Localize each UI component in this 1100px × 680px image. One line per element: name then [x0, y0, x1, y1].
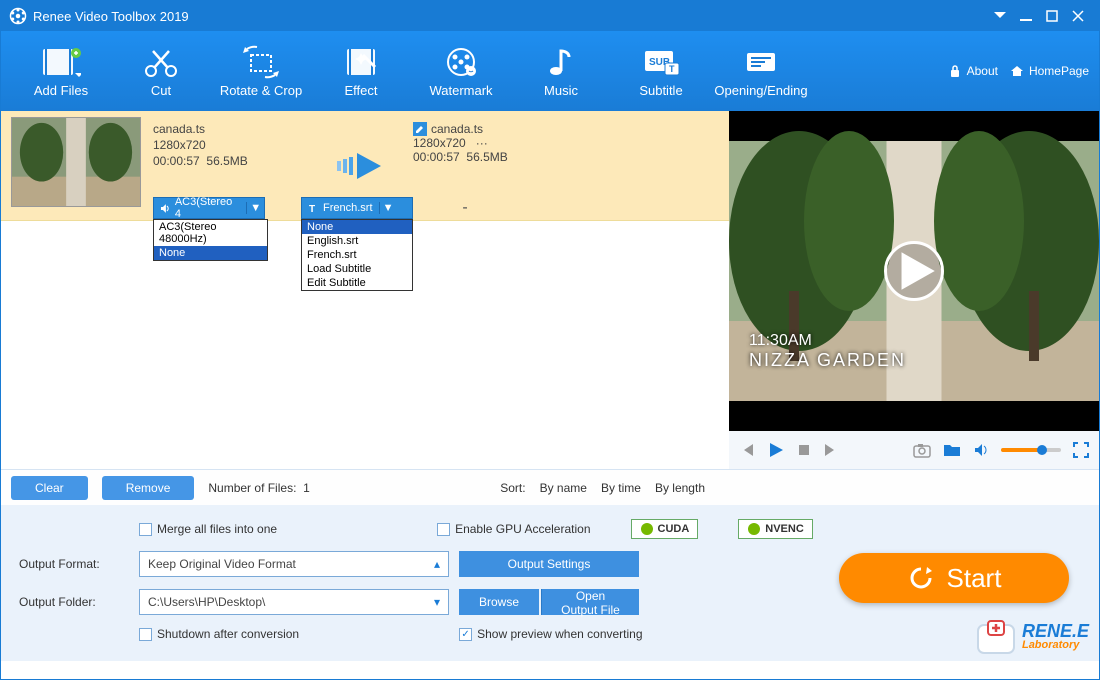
subtitle-dropdown-list[interactable]: None English.srt French.srt Load Subtitl…: [301, 219, 413, 291]
preview-overlay-text: 11:30AM NIZZA GARDEN: [749, 332, 906, 371]
merge-checkbox[interactable]: Merge all files into one: [139, 522, 277, 536]
sort-by-name[interactable]: By name: [540, 481, 587, 495]
lock-icon: [948, 64, 962, 78]
subtitle-button[interactable]: SUBT Subtitle: [611, 32, 711, 110]
file-count-label: Number of Files: 1: [208, 481, 309, 495]
play-overlay-icon[interactable]: [884, 241, 944, 301]
out-filename-row: canada.ts: [413, 122, 573, 136]
subtitle-option[interactable]: Edit Subtitle: [302, 276, 412, 290]
text-icon: T: [308, 203, 319, 214]
scissors-icon: [141, 45, 181, 79]
home-icon: [1010, 64, 1024, 78]
opening-ending-button[interactable]: Opening/Ending: [711, 32, 811, 110]
volume-icon[interactable]: [973, 442, 989, 458]
subtitle-dropdown[interactable]: TFrench.srt ▼: [301, 197, 413, 219]
speaker-icon: [160, 203, 171, 214]
close-icon[interactable]: [1065, 3, 1091, 29]
dropdown-window-icon[interactable]: [987, 3, 1013, 29]
opening-ending-icon: [741, 45, 781, 79]
toolbar-label: Cut: [151, 83, 171, 98]
sort-by-time[interactable]: By time: [601, 481, 641, 495]
effect-icon: [341, 45, 381, 79]
output-format-combo[interactable]: Keep Original Video Format ▴: [139, 551, 449, 577]
output-format-label: Output Format:: [19, 557, 129, 571]
out-resolution: 1280x720 ···: [413, 136, 573, 150]
open-output-button[interactable]: Open Output File: [541, 589, 639, 615]
volume-slider[interactable]: [1001, 448, 1061, 452]
add-files-icon: [41, 45, 81, 79]
play-icon[interactable]: [767, 441, 785, 459]
subtitle-icon: SUBT: [641, 45, 681, 79]
output-folder-label: Output Folder:: [19, 595, 129, 609]
rotate-crop-icon: [241, 45, 281, 79]
stop-icon[interactable]: [797, 443, 811, 457]
subtitle-option[interactable]: Load Subtitle: [302, 262, 412, 276]
minimize-icon[interactable]: [1013, 3, 1039, 29]
clear-button[interactable]: Clear: [11, 476, 88, 500]
gpu-checkbox[interactable]: Enable GPU Acceleration: [437, 522, 590, 536]
audio-dropdown-list[interactable]: AC3(Stereo 48000Hz) None: [153, 219, 268, 261]
edit-icon[interactable]: [413, 122, 427, 136]
toolbar-label: Effect: [344, 83, 377, 98]
preview-checkbox[interactable]: ✓Show preview when converting: [459, 627, 642, 641]
output-settings-button[interactable]: Output Settings: [459, 551, 639, 577]
audio-option[interactable]: None: [154, 246, 267, 260]
chevron-down-icon: ▼: [379, 202, 397, 214]
subtitle-option[interactable]: None: [302, 220, 412, 234]
browse-button[interactable]: Browse: [459, 589, 539, 615]
nvenc-badge: NVENC: [738, 519, 813, 539]
watermark-icon: [441, 45, 481, 79]
audio-option[interactable]: AC3(Stereo 48000Hz): [154, 220, 267, 246]
subtitle-option[interactable]: English.srt: [302, 234, 412, 248]
svg-text:T: T: [669, 64, 675, 74]
subtitle-option[interactable]: French.srt: [302, 248, 412, 262]
shutdown-checkbox[interactable]: Shutdown after conversion: [139, 627, 299, 641]
remove-button[interactable]: Remove: [102, 476, 195, 500]
add-files-button[interactable]: Add Files: [11, 32, 111, 110]
fullscreen-icon[interactable]: [1073, 442, 1089, 458]
brand-logo: RENE.E Laboratory: [976, 619, 1089, 655]
toolbar-label: Opening/Ending: [714, 83, 807, 98]
app-title: Renee Video Toolbox 2019: [33, 9, 189, 24]
music-button[interactable]: Music: [511, 32, 611, 110]
out-dur-size: 00:00:57 56.5MB: [413, 150, 573, 164]
cut-button[interactable]: Cut: [111, 32, 211, 110]
prev-track-icon[interactable]: [739, 442, 755, 458]
status-dash: -: [425, 197, 505, 219]
about-link[interactable]: About: [948, 64, 998, 78]
preview-player[interactable]: 11:30AM NIZZA GARDEN: [729, 111, 1099, 431]
src-resolution: 1280x720: [153, 138, 313, 152]
src-filename: canada.ts: [153, 122, 313, 136]
about-label: About: [967, 64, 998, 78]
effect-button[interactable]: Effect: [311, 32, 411, 110]
music-icon: [541, 45, 581, 79]
snapshot-icon[interactable]: [913, 442, 931, 458]
chevron-down-icon: ▾: [434, 595, 440, 609]
toolbar-label: Subtitle: [639, 83, 682, 98]
svg-text:T: T: [309, 204, 315, 214]
file-thumbnail: [11, 117, 141, 207]
homepage-link[interactable]: HomePage: [1010, 64, 1089, 78]
sort-label: Sort:: [500, 481, 525, 495]
refresh-icon: [907, 564, 935, 592]
maximize-icon[interactable]: [1039, 3, 1065, 29]
open-folder-icon[interactable]: [943, 442, 961, 458]
toolbar-label: Watermark: [429, 83, 492, 98]
toolbar-label: Add Files: [34, 83, 88, 98]
audio-track-dropdown[interactable]: AC3(Stereo 4 ▼: [153, 197, 265, 219]
rotate-crop-button[interactable]: Rotate & Crop: [211, 32, 311, 110]
sort-by-length[interactable]: By length: [655, 481, 705, 495]
next-track-icon[interactable]: [823, 442, 839, 458]
chevron-up-icon: ▴: [434, 557, 440, 571]
app-logo-icon: [9, 7, 27, 25]
src-dur-size: 00:00:57 56.5MB: [153, 154, 313, 168]
toolbar-label: Rotate & Crop: [220, 83, 302, 98]
chevron-down-icon: ▼: [246, 202, 264, 214]
start-button[interactable]: Start: [839, 553, 1069, 603]
toolbar-label: Music: [544, 83, 578, 98]
output-folder-combo[interactable]: C:\Users\HP\Desktop\ ▾: [139, 589, 449, 615]
homepage-label: HomePage: [1029, 64, 1089, 78]
watermark-button[interactable]: Watermark: [411, 32, 511, 110]
cuda-badge: CUDA: [631, 519, 699, 539]
